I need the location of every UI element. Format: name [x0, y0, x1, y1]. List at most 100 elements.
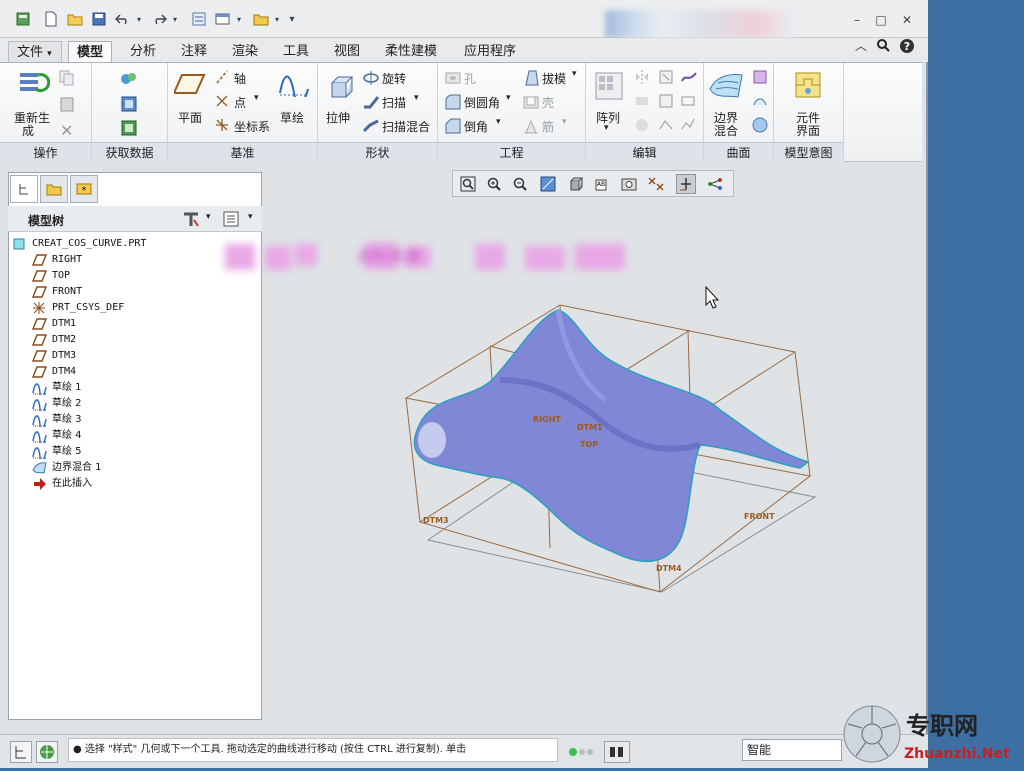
tree-item[interactable]: 草绘 2: [12, 396, 260, 416]
fill-icon[interactable]: [752, 117, 768, 136]
sketch-icon[interactable]: [278, 71, 310, 107]
open-icon[interactable]: [66, 10, 84, 28]
delete-icon[interactable]: ✕: [60, 121, 73, 140]
show-columns-icon[interactable]: [222, 210, 240, 231]
shell-icon[interactable]: [522, 93, 540, 114]
plane-icon[interactable]: [172, 73, 206, 98]
pattern-icon[interactable]: [594, 71, 624, 104]
copy-geometry-icon[interactable]: [120, 71, 138, 90]
tree-item[interactable]: RIGHT: [12, 252, 260, 268]
tree-item[interactable]: PRT_CSYS_DEF: [12, 300, 260, 316]
folder-icon[interactable]: [252, 10, 270, 28]
thicken-icon[interactable]: [680, 93, 696, 112]
folder-dropdown-icon[interactable]: ▾: [272, 10, 282, 28]
window-icon[interactable]: [14, 10, 32, 28]
round-icon[interactable]: [444, 93, 462, 114]
trim-icon[interactable]: [658, 117, 674, 136]
tree-item[interactable]: DTM4: [12, 364, 260, 380]
tree-item[interactable]: CREAT_COS_CURVE.PRT: [12, 236, 260, 252]
customize-icon[interactable]: ▾: [283, 10, 301, 28]
tab-render[interactable]: 渲染: [224, 41, 266, 62]
tab-applications[interactable]: 应用程序: [456, 41, 524, 62]
mirror-icon[interactable]: [634, 69, 650, 88]
axis-label[interactable]: 轴: [234, 70, 246, 87]
group-label-operations[interactable]: 操作: [0, 142, 91, 162]
extend-icon[interactable]: [634, 93, 650, 112]
view-manager-icon[interactable]: [619, 174, 639, 194]
group-label-get-data[interactable]: 获取数据: [92, 142, 167, 162]
hole-label[interactable]: 孔: [464, 70, 476, 87]
save-icon[interactable]: [90, 10, 108, 28]
rib-dropdown-icon[interactable]: ▾: [562, 117, 567, 127]
tab-file[interactable]: 文件 ▾: [8, 41, 62, 62]
draft-icon[interactable]: [522, 69, 540, 90]
sweep-dropdown-icon[interactable]: ▾: [414, 93, 419, 103]
sweep-icon[interactable]: [362, 93, 380, 114]
model-tree-tab-icon[interactable]: [10, 175, 38, 203]
regenerate-icon[interactable]: [190, 10, 208, 28]
ribbon-collapse-icon[interactable]: ︿: [852, 38, 870, 54]
group-label-datum[interactable]: 基准: [168, 142, 317, 162]
tree-item[interactable]: FRONT: [12, 284, 260, 300]
intersect-icon[interactable]: [658, 93, 674, 112]
undo-icon[interactable]: [114, 10, 132, 28]
zoom-out-icon[interactable]: [510, 174, 530, 194]
round-label[interactable]: 倒圆角: [464, 94, 500, 111]
group-label-model-intent[interactable]: 模型意图: [774, 142, 843, 162]
extrude-icon[interactable]: [326, 71, 356, 104]
solidify-icon[interactable]: [680, 117, 696, 136]
zoom-in-icon[interactable]: [484, 174, 504, 194]
hole-icon[interactable]: [444, 69, 462, 90]
search-icon[interactable]: [874, 38, 892, 54]
paste-icon[interactable]: [58, 95, 76, 116]
tree-item[interactable]: TOP: [12, 268, 260, 284]
folder-browser-tab-icon[interactable]: [40, 175, 68, 203]
style-icon[interactable]: [752, 69, 768, 88]
chamfer-dropdown-icon[interactable]: ▾: [496, 117, 501, 127]
merge-icon[interactable]: [658, 69, 674, 88]
close-icon[interactable]: ✕: [898, 12, 916, 28]
point-dropdown-icon[interactable]: ▾: [254, 93, 259, 103]
chamfer-icon[interactable]: [444, 117, 462, 138]
tree-item[interactable]: DTM2: [12, 332, 260, 348]
swept-blend-icon[interactable]: [362, 117, 380, 138]
swept-blend-label[interactable]: 扫描混合: [382, 118, 430, 135]
revolve-icon[interactable]: [362, 69, 380, 90]
tab-analysis[interactable]: 分析: [122, 41, 164, 62]
tree-item[interactable]: 草绘 4: [12, 428, 260, 448]
tab-view[interactable]: 视图: [326, 41, 368, 62]
tree-item[interactable]: DTM3: [12, 348, 260, 364]
show-dropdown-icon[interactable]: ▾: [248, 212, 253, 222]
redo-dropdown-icon[interactable]: ▾: [170, 10, 180, 28]
tab-annotate[interactable]: 注释: [173, 41, 215, 62]
draft-label[interactable]: 拔模: [542, 70, 566, 87]
sweep-label[interactable]: 扫描: [382, 94, 406, 111]
round-dropdown-icon[interactable]: ▾: [506, 93, 511, 103]
component-interface-icon[interactable]: [792, 69, 826, 104]
axis-icon[interactable]: [214, 69, 230, 88]
minimize-icon[interactable]: –: [848, 12, 866, 28]
help-icon[interactable]: ?: [898, 38, 916, 54]
boundary-blend-icon[interactable]: [708, 69, 744, 104]
refit-icon[interactable]: [458, 174, 478, 194]
switch-window-icon[interactable]: [214, 10, 232, 28]
user-defined-feature-icon[interactable]: [120, 95, 138, 116]
plane-label[interactable]: 平面: [178, 109, 202, 126]
browser-toggle-icon[interactable]: [36, 741, 58, 763]
tree-item[interactable]: 草绘 3: [12, 412, 260, 432]
copy-icon[interactable]: [58, 69, 76, 90]
point-label[interactable]: 点: [234, 94, 246, 111]
selection-buffer-icon[interactable]: [604, 741, 630, 763]
draft-dropdown-icon[interactable]: ▾: [572, 69, 577, 79]
datum-display-icon[interactable]: [646, 174, 666, 194]
group-label-engineering[interactable]: 工程: [438, 142, 585, 162]
shrinkwrap-icon[interactable]: [120, 119, 138, 140]
tab-model[interactable]: 模型: [68, 41, 113, 62]
spin-center-icon[interactable]: [676, 174, 696, 194]
display-style-icon[interactable]: [566, 174, 586, 194]
shell-label[interactable]: 壳: [542, 94, 554, 111]
sketch-label[interactable]: 草绘: [280, 109, 304, 126]
rib-icon[interactable]: [522, 117, 540, 138]
window-dropdown-icon[interactable]: ▾: [234, 10, 244, 28]
tab-tools[interactable]: 工具: [275, 41, 317, 62]
